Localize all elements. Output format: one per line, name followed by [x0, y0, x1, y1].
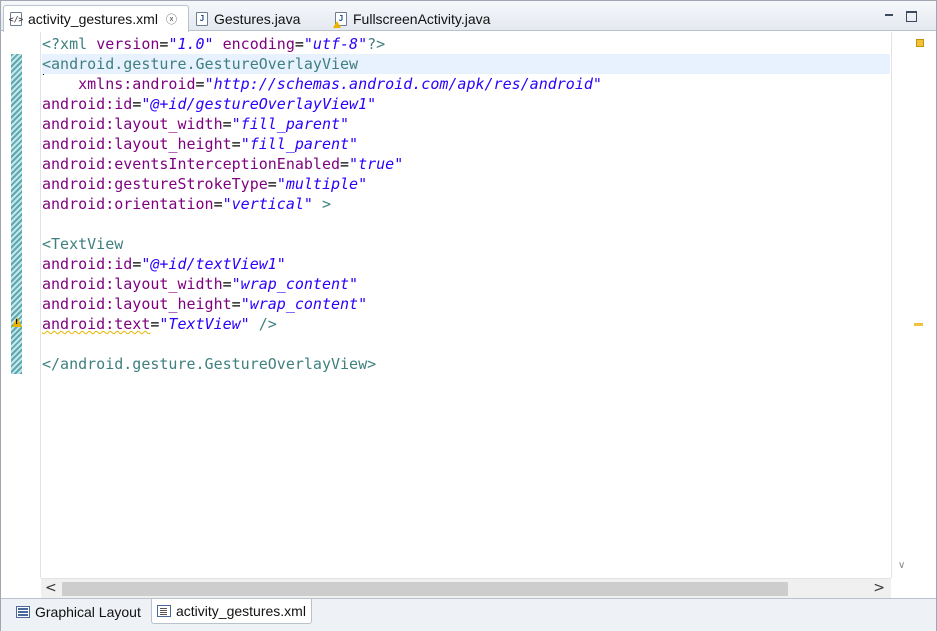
code-token: version	[96, 35, 160, 53]
editor-tab-bar: </> activity_gestures.xml ⓧ J Gestures.j…	[1, 1, 936, 32]
code-token: android:text	[42, 315, 151, 333]
code-token: "fill_parent"	[240, 135, 359, 153]
code-line[interactable]: <TextView	[42, 234, 890, 254]
code-token: android:layout_width	[42, 115, 223, 133]
java-file-warning-icon: J	[333, 11, 347, 28]
code-token: android:orientation	[42, 195, 214, 213]
code-token: android:eventsInterceptionEnabled	[42, 155, 341, 173]
code-line[interactable]: android:text="TextView" />	[42, 314, 890, 334]
tab-gestures-java[interactable]: J Gestures.java	[196, 5, 300, 32]
tab-xml-source[interactable]: activity_gestures.xml	[151, 599, 312, 624]
code-line[interactable]: android:layout_height="wrap_content"	[42, 294, 890, 314]
scroll-left-arrow-icon[interactable]: <	[45, 580, 57, 596]
annotation-gutter[interactable]	[1, 32, 41, 578]
code-token: =	[231, 295, 241, 313]
close-tab-icon[interactable]: ⓧ	[166, 11, 177, 27]
code-token: "fill_parent"	[231, 115, 350, 133]
horizontal-scrollbar[interactable]: < >	[41, 578, 891, 598]
code-token: xmlns:android	[78, 75, 196, 93]
maximize-icon[interactable]	[906, 11, 917, 22]
code-line[interactable]: android:gestureStrokeType="multiple"	[42, 174, 890, 194]
horizontal-scroll-thumb[interactable]	[62, 582, 788, 596]
code-token: >	[312, 195, 331, 213]
code-line[interactable]: </android.gesture.GestureOverlayView>	[42, 354, 890, 374]
code-token: "1.0"	[168, 35, 214, 53]
tab-activity-gestures-xml[interactable]: </> activity_gestures.xml ⓧ	[3, 5, 189, 32]
code-token: <android.gesture.GestureOverlayView	[42, 55, 359, 73]
code-token: </android.gesture.GestureOverlayView>	[42, 355, 377, 373]
code-token: <TextView	[42, 235, 124, 253]
code-token: android:layout_height	[42, 295, 232, 313]
code-token: android:id	[42, 95, 133, 113]
code-token: =	[213, 195, 223, 213]
code-token: "multiple"	[276, 175, 368, 193]
code-token: android:layout_width	[42, 275, 223, 293]
code-token: =	[132, 255, 142, 273]
code-token: ?>	[367, 35, 386, 53]
code-line[interactable]: android:layout_width="fill_parent"	[42, 114, 890, 134]
code-area[interactable]: <?xml version="1.0" encoding="utf-8"?> <a…	[42, 34, 890, 578]
code-token: "TextView"	[159, 315, 250, 333]
code-token: "@+id/textView1"	[141, 255, 286, 273]
tab-label: Graphical Layout	[35, 603, 141, 620]
code-token: =	[267, 175, 277, 193]
overview-ruler[interactable]: ∨	[891, 32, 936, 578]
xml-source-icon	[157, 605, 171, 617]
code-line[interactable]: android:layout_width="wrap_content"	[42, 274, 890, 294]
code-token: =	[340, 155, 350, 173]
scroll-down-arrow-icon[interactable]: ∨	[898, 560, 905, 571]
code-token: encoding	[222, 35, 295, 53]
code-token: =	[222, 275, 232, 293]
code-line[interactable]	[42, 214, 890, 234]
java-file-icon: J	[196, 11, 208, 26]
code-token: android:gestureStrokeType	[42, 175, 268, 193]
minimize-icon[interactable]	[884, 11, 895, 22]
tab-label: Gestures.java	[214, 10, 301, 27]
code-line[interactable]: <?xml version="1.0" encoding="utf-8"?>	[42, 34, 890, 54]
code-token: =	[222, 115, 232, 133]
layout-icon	[16, 605, 30, 618]
scroll-right-arrow-icon[interactable]: >	[873, 580, 885, 596]
code-token: "http://schemas.android.com/apk/res/andr…	[204, 75, 602, 93]
code-line[interactable]: <android.gesture.GestureOverlayView	[42, 54, 890, 74]
code-token: "vertical"	[222, 195, 313, 213]
code-token: "wrap_content"	[231, 275, 359, 293]
code-token: <?xml	[42, 35, 97, 53]
code-line[interactable]: android:eventsInterceptionEnabled="true"	[42, 154, 890, 174]
code-line[interactable]: android:id="@+id/textView1"	[42, 254, 890, 274]
code-line[interactable]	[42, 334, 890, 354]
xml-source-editor[interactable]: <?xml version="1.0" encoding="utf-8"?><a…	[1, 32, 936, 598]
code-token: "@+id/gestureOverlayView1"	[141, 95, 377, 113]
editor-page-tabs: Graphical Layout activity_gestures.xml	[1, 598, 936, 631]
tab-label: activity_gestures.xml	[176, 603, 306, 619]
code-line[interactable]: xmlns:android="http://schemas.android.co…	[42, 74, 890, 94]
code-token: "true"	[349, 155, 404, 173]
code-line[interactable]: android:orientation="vertical" >	[42, 194, 890, 214]
warning-icon[interactable]	[12, 317, 22, 327]
tab-fullscreenactivity-java[interactable]: J FullscreenActivity.java	[333, 5, 491, 32]
code-line[interactable]: android:id="@+id/gestureOverlayView1"	[42, 94, 890, 114]
overview-warning-marker[interactable]	[914, 323, 923, 326]
code-token: "wrap_content"	[240, 295, 368, 313]
code-token: android:id	[42, 255, 133, 273]
tab-graphical-layout[interactable]: Graphical Layout	[11, 599, 146, 624]
overview-warning-summary-icon[interactable]	[916, 39, 924, 47]
tab-label: FullscreenActivity.java	[353, 10, 491, 27]
eclipse-editor-window: </> activity_gestures.xml ⓧ J Gestures.j…	[0, 0, 937, 631]
xml-file-icon: </>	[9, 12, 23, 26]
code-token: android:layout_height	[42, 135, 232, 153]
code-token: =	[294, 35, 304, 53]
code-line[interactable]: android:layout_height="fill_parent"	[42, 134, 890, 154]
code-token: "utf-8"	[303, 35, 368, 53]
code-token: =	[195, 75, 205, 93]
code-token: />	[249, 315, 277, 333]
code-token: =	[231, 135, 241, 153]
tab-label: activity_gestures.xml	[28, 11, 158, 27]
warning-overlay-icon	[333, 20, 341, 28]
code-token: =	[132, 95, 142, 113]
